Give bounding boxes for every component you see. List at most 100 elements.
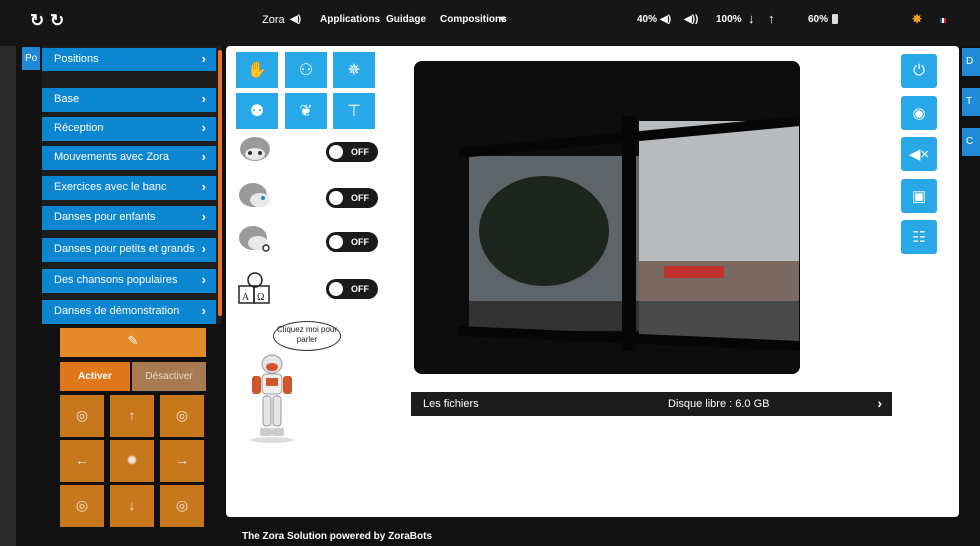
film-icon: ▣ — [911, 188, 927, 205]
menu-item-label: Base — [54, 93, 80, 105]
speaker-icon[interactable]: ◀) — [290, 14, 301, 25]
clap-gesture-button[interactable]: ✵ — [333, 52, 375, 88]
pad-down-button[interactable]: ↓ — [110, 485, 154, 527]
battery-value: 60% — [808, 14, 829, 25]
robot-head-ear-icon — [236, 224, 274, 254]
menu-item-label: Des chansons populaires — [54, 274, 178, 286]
menu-item-chansons[interactable]: Des chansons populaires › — [42, 269, 216, 293]
waving-hands-icon: ✋ — [247, 62, 267, 79]
right-tab-c[interactable]: C — [962, 128, 980, 156]
activer-button[interactable]: Activer — [60, 362, 130, 391]
tools-gesture-button[interactable]: ⊤ — [333, 93, 375, 129]
top-bar: ↻ ↻ Zora ◀) Applications Guidage Composi… — [0, 0, 980, 46]
toggle-switch-3[interactable]: OFF — [326, 232, 378, 252]
speed-value: 100% — [716, 14, 742, 25]
menu-item-mouvements[interactable]: Mouvements avec Zora › — [42, 146, 216, 170]
chevron-right-icon: › — [201, 149, 206, 164]
compositions-menu[interactable]: Compositions — [440, 14, 507, 25]
menu-item-reception[interactable]: Réception › — [42, 117, 216, 141]
stand-gesture-button[interactable]: ⚉ — [236, 93, 278, 129]
pencil-icon: ✎ — [127, 333, 139, 348]
pad-left-button[interactable]: ← — [60, 440, 104, 482]
person-icon: ⚉ — [249, 103, 265, 120]
target-icon: ◎ — [75, 407, 89, 423]
language-book-icon: AΩ — [236, 271, 274, 304]
menu-item-exercices[interactable]: Exercices avec le banc › — [42, 176, 216, 200]
toggle-switch-4[interactable]: OFF — [326, 279, 378, 299]
svg-text:A: A — [242, 292, 250, 303]
left-edge-strip — [0, 46, 16, 546]
menu-item-base[interactable]: Base › — [42, 88, 216, 112]
sun-icon: ✹ — [126, 452, 138, 468]
video-button[interactable]: ▣ — [901, 179, 937, 213]
chevron-right-icon: › — [201, 241, 206, 256]
pad-up-right-button[interactable]: ◎ — [160, 395, 204, 437]
people-icon: ⚇ — [298, 62, 314, 79]
menu-item-danses-petits-grands[interactable]: Danses pour petits et grands › — [42, 238, 216, 262]
pad-up-left-button[interactable]: ◎ — [60, 395, 104, 437]
volume-down-icon[interactable]: ◀) — [660, 14, 671, 25]
toggle-label: OFF — [351, 147, 369, 157]
robot-head-side-icon — [236, 180, 274, 210]
chevron-right-icon: › — [877, 395, 882, 411]
files-bar[interactable]: Les fichiers Disque libre : 6.0 GB › — [411, 392, 892, 416]
edit-button[interactable]: ✎ — [60, 328, 206, 357]
power-icon: ⏻ — [913, 62, 925, 79]
menu-scrollbar[interactable] — [218, 50, 222, 316]
menu-item-label: Danses de démonstration — [54, 305, 180, 317]
toggle-switch-1[interactable]: OFF — [326, 142, 378, 162]
speed-up-icon[interactable]: ↑ — [768, 11, 775, 26]
chevron-right-icon: › — [201, 51, 206, 66]
arrow-up-icon: ↑ — [128, 407, 136, 423]
left-panel-tab[interactable]: Po — [22, 47, 40, 70]
right-tab-d[interactable]: D — [962, 48, 980, 76]
flag-icon[interactable] — [940, 18, 946, 23]
target-icon: ◎ — [175, 407, 189, 423]
speech-bubble[interactable]: Cliquez moi pour parler — [273, 321, 341, 351]
chevron-down-icon[interactable]: ▾ — [500, 14, 505, 25]
pad-down-left-button[interactable]: ◎ — [60, 485, 104, 527]
clapping-icon: ✵ — [347, 62, 361, 79]
desactiver-button[interactable]: Désactiver — [132, 362, 206, 391]
menu-item-positions[interactable]: Positions › — [42, 48, 216, 71]
zora-robot-icon[interactable] — [246, 352, 298, 444]
svg-text:Ω: Ω — [257, 292, 264, 303]
pad-center-button[interactable]: ✹ — [110, 440, 154, 482]
gear-icon[interactable]: ✸ — [912, 12, 922, 26]
pad-right-button[interactable]: → — [160, 440, 204, 482]
hammer-icon: ⊤ — [347, 103, 361, 120]
arrow-down-icon: ↓ — [128, 497, 136, 513]
toggle-knob — [329, 282, 343, 296]
camera-button[interactable]: ◉ — [901, 96, 937, 130]
toggle-switch-2[interactable]: OFF — [326, 188, 378, 208]
menu-item-label: Positions — [54, 53, 99, 65]
applications-menu[interactable]: Applications — [320, 14, 380, 25]
right-tab-t[interactable]: T — [962, 88, 980, 116]
app-name[interactable]: Zora — [262, 14, 285, 26]
battery-icon — [832, 14, 838, 24]
menu-item-danses-enfants[interactable]: Danses pour enfants › — [42, 206, 216, 230]
toggle-knob — [329, 235, 343, 249]
volume-up-icon[interactable]: ◀)) — [684, 14, 698, 25]
menu-item-demonstration[interactable]: Danses de démonstration › — [42, 300, 216, 324]
speed-down-icon[interactable]: ↓ — [748, 11, 755, 26]
mute-button[interactable]: ◀× — [901, 137, 937, 171]
chevron-right-icon: › — [201, 179, 206, 194]
toggle-label: OFF — [351, 193, 369, 203]
refresh-all-icon[interactable]: ↻ — [50, 11, 64, 31]
files-label: Les fichiers — [423, 398, 479, 410]
pad-down-right-button[interactable]: ◎ — [160, 485, 204, 527]
wave-gesture-button[interactable]: ✋ — [236, 52, 278, 88]
toggle-label: OFF — [351, 284, 369, 294]
handshake-gesture-button[interactable]: ❦ — [285, 93, 327, 129]
target-icon: ◎ — [175, 497, 189, 513]
stats-button[interactable]: ☷ — [901, 220, 937, 254]
refresh-icon[interactable]: ↻ — [30, 11, 44, 31]
chevron-right-icon: › — [201, 303, 206, 318]
pad-up-button[interactable]: ↑ — [110, 395, 154, 437]
guidage-menu[interactable]: Guidage — [386, 14, 426, 25]
power-button[interactable]: ⏻ — [901, 54, 937, 88]
handshake-icon: ❦ — [299, 103, 313, 120]
bar-chart-icon: ☷ — [912, 229, 926, 246]
people-gesture-button[interactable]: ⚇ — [285, 52, 327, 88]
